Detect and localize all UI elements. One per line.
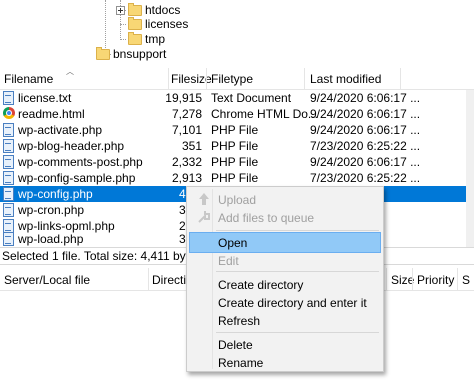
file-row-wp-config-sample[interactable]: wp-config-sample.php 2,913 PHP File 7/23… [0, 170, 474, 186]
php-file-icon [3, 203, 14, 217]
menu-item-label: Delete [218, 338, 253, 352]
file-row-readme[interactable]: readme.html 7,278 Chrome HTML Do... 9/24… [0, 106, 474, 122]
file-modified: 9/24/2020 6:06:17 ... [310, 123, 421, 137]
file-type: Text Document [211, 91, 292, 105]
file-type: PHP File [211, 123, 259, 137]
text-file-icon [3, 91, 14, 105]
sort-arrow-icon: ︿ [66, 67, 74, 76]
file-modified: 7/23/2020 6:25:22 ... [310, 171, 421, 185]
menu-item-label: Rename [218, 356, 264, 370]
menu-item-rename[interactable]: Rename [189, 352, 381, 373]
php-file-icon [3, 232, 14, 246]
menu-item-label: Edit [218, 254, 239, 268]
file-name: wp-cron.php [18, 203, 85, 217]
folder-icon [128, 3, 142, 16]
file-type: PHP File [211, 171, 259, 185]
file-name: wp-config-sample.php [18, 171, 136, 185]
file-size: 19,915 [165, 91, 202, 105]
upload-arrow-icon [199, 193, 209, 205]
add-to-queue-icon [198, 211, 210, 223]
file-name: wp-activate.php [18, 123, 103, 137]
php-file-icon [3, 123, 14, 137]
menu-item-label: Create directory and enter it [218, 296, 367, 310]
column-header-last-modified[interactable]: Last modified [310, 72, 381, 86]
file-type: Chrome HTML Do... [211, 107, 318, 121]
folder-icon [128, 17, 142, 30]
file-name: wp-load.php [18, 232, 84, 246]
menu-item-label: Create directory [218, 278, 304, 292]
tree-item-label: licenses [145, 17, 189, 31]
menu-item-label: Upload [218, 193, 257, 207]
column-header-server-local-file[interactable]: Server/Local file [4, 273, 90, 287]
selection-status-text: Selected 1 file. Total size: 4,411 bytes [2, 249, 202, 263]
php-file-icon [3, 139, 14, 153]
column-header-size[interactable]: Size [391, 273, 414, 287]
menu-item-label: Open [218, 236, 248, 250]
file-type: PHP File [211, 139, 259, 153]
file-size: 7,101 [171, 123, 202, 137]
menu-item-label: Refresh [218, 314, 261, 328]
folder-icon [96, 47, 110, 60]
file-size: 2,913 [171, 171, 202, 185]
file-row-wp-blog-header[interactable]: wp-blog-header.php 351 PHP File 7/23/202… [0, 138, 474, 154]
file-row-wp-comments-post[interactable]: wp-comments-post.php 2,332 PHP File 9/24… [0, 154, 474, 170]
php-file-icon [3, 187, 14, 201]
tree-item-label: bnsupport [113, 47, 167, 61]
column-header-filetype[interactable]: Filetype [211, 72, 253, 86]
vertical-scrollbar[interactable] [466, 90, 474, 247]
file-list-header: Filename ︿ Filesize Filetype Last modifi… [0, 67, 474, 90]
file-row-license[interactable]: license.txt 19,915 Text Document 9/24/20… [0, 90, 474, 106]
file-name: license.txt [18, 91, 72, 105]
file-row-wp-activate[interactable]: wp-activate.php 7,101 PHP File 9/24/2020… [0, 122, 474, 138]
file-modified: 9/24/2020 6:06:17 ... [310, 107, 421, 121]
tree-item-label: tmp [145, 32, 166, 46]
file-size: 2,332 [171, 155, 202, 169]
expand-toggle-icon[interactable] [116, 6, 125, 15]
column-header-status[interactable]: S [462, 273, 470, 287]
file-name: wp-blog-header.php [18, 139, 125, 153]
file-modified: 9/24/2020 6:06:17 ... [310, 155, 421, 169]
chrome-icon [3, 107, 15, 119]
remote-directory-tree: htdocs licenses tmp bnsupport [0, 0, 474, 66]
column-header-filename[interactable]: Filename [4, 72, 53, 86]
context-menu: Upload Add files to queue Open Edit Crea… [186, 186, 384, 372]
php-file-icon [3, 171, 14, 185]
php-file-icon [3, 155, 14, 169]
file-modified: 9/24/2020 6:06:17 ... [310, 91, 421, 105]
column-header-priority[interactable]: Priority [417, 273, 454, 287]
menu-item-refresh[interactable]: Refresh [189, 310, 381, 331]
tree-item-label: htdocs [145, 3, 181, 17]
file-modified: 7/23/2020 6:25:22 ... [310, 139, 421, 153]
file-name: wp-comments-post.php [18, 155, 143, 169]
menu-item-label: Add files to queue [218, 211, 315, 225]
folder-icon [128, 32, 142, 45]
file-name: readme.html [18, 107, 85, 121]
menu-item-add-files-to-queue[interactable]: Add files to queue [189, 207, 381, 228]
file-size: 7,278 [171, 107, 202, 121]
file-size: 351 [181, 139, 202, 153]
file-type: PHP File [211, 155, 259, 169]
file-name: wp-config.php [18, 187, 93, 201]
menu-item-edit[interactable]: Edit [189, 250, 381, 271]
